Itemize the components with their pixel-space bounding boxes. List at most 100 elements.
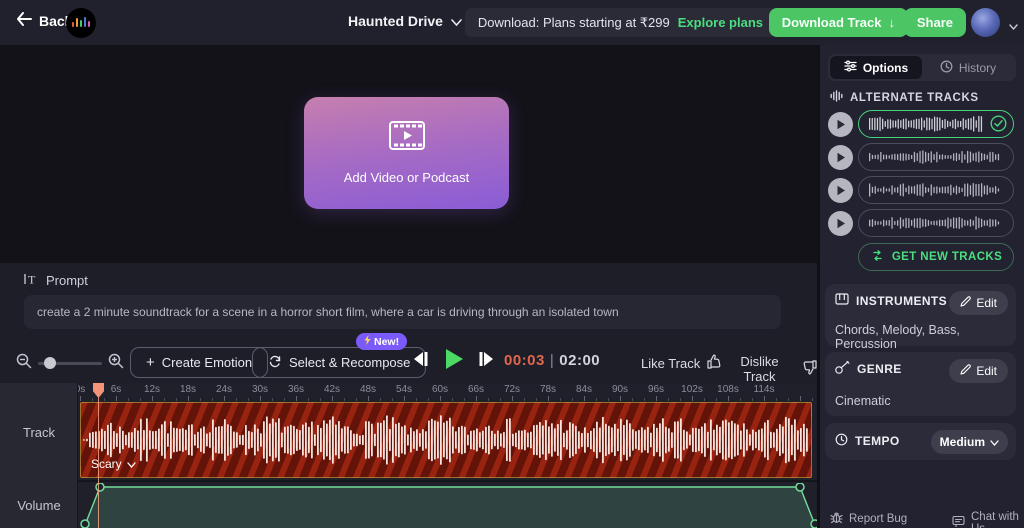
- add-video-label: Add Video or Podcast: [344, 170, 470, 185]
- timeline-ruler[interactable]: 0s6s12s18s24s30s36s42s48s54s60s66s72s78s…: [0, 383, 817, 401]
- alternate-track-waveform[interactable]: [858, 209, 1014, 237]
- select-recompose-label: Select & Recompose: [289, 355, 410, 370]
- prompt-section-label: T Prompt: [24, 272, 88, 289]
- plans-text: Download: Plans starting at ₹299: [478, 15, 670, 31]
- current-time: 00:03: [504, 352, 545, 369]
- chevron-down-icon: [990, 435, 999, 449]
- like-track-button[interactable]: Like Track: [641, 354, 722, 372]
- play-alternate-track-button[interactable]: [828, 211, 853, 236]
- play-button[interactable]: [444, 348, 464, 373]
- report-bug-label: Report Bug: [849, 513, 907, 525]
- tempo-title: TEMPO: [855, 434, 900, 448]
- app-logo[interactable]: [66, 8, 96, 38]
- alternate-track-row: [820, 110, 1024, 143]
- alternate-tracks-header: ALTERNATE TRACKS: [830, 90, 979, 105]
- playhead-line: [98, 383, 99, 528]
- zoom-in-icon[interactable]: [108, 353, 124, 374]
- selected-check-icon: [990, 115, 1007, 137]
- play-alternate-track-button[interactable]: [828, 178, 853, 203]
- prompt-input[interactable]: create a 2 minute soundtrack for a scene…: [24, 295, 781, 329]
- genre-card: GENRE Edit Cinematic: [825, 352, 1016, 416]
- alternate-tracks-list: [820, 110, 1024, 242]
- play-alternate-track-button[interactable]: [828, 112, 853, 137]
- get-new-tracks-label: GET NEW TRACKS: [892, 251, 1002, 263]
- report-bug-link[interactable]: Report Bug: [830, 511, 907, 527]
- get-new-tracks-button[interactable]: GET NEW TRACKS: [858, 243, 1014, 271]
- chat-with-us-label: Chat with Us: [971, 511, 1024, 528]
- back-button[interactable]: Back: [16, 12, 72, 29]
- volume-envelope[interactable]: [78, 483, 817, 528]
- zoom-slider-handle[interactable]: [44, 357, 56, 369]
- alternate-track-waveform[interactable]: [858, 110, 1014, 138]
- create-emotion-button[interactable]: + Create Emotion: [130, 347, 268, 378]
- tab-history-label: History: [959, 61, 996, 75]
- time-display: 00:03|02:00: [504, 352, 600, 369]
- explore-plans-link[interactable]: Explore plans: [678, 15, 763, 30]
- top-bar: Back Haunted Drive Download: Plans start…: [0, 0, 1024, 45]
- alternate-track-row: [820, 143, 1024, 176]
- genre-header: GENRE: [835, 361, 902, 377]
- instruments-title: INSTRUMENTS: [856, 294, 947, 308]
- svg-text:T: T: [28, 273, 36, 287]
- genre-title: GENRE: [857, 362, 902, 376]
- text-prompt-icon: T: [24, 272, 38, 289]
- alternate-track-waveform[interactable]: [858, 143, 1014, 171]
- add-video-or-podcast-card[interactable]: Add Video or Podcast: [304, 97, 509, 209]
- create-emotion-label: Create Emotion: [162, 355, 252, 370]
- row-divider: [0, 480, 817, 482]
- chat-with-us-link[interactable]: Chat with Us: [952, 511, 1024, 528]
- volume-row-label: Volume: [0, 498, 78, 513]
- account-chevron-down-icon[interactable]: [1009, 17, 1018, 35]
- user-avatar[interactable]: [971, 8, 1000, 37]
- like-track-label: Like Track: [641, 356, 700, 371]
- skip-forward-button[interactable]: [478, 351, 495, 370]
- piano-icon: [835, 293, 849, 308]
- plus-icon: +: [146, 354, 155, 371]
- track-waveform: [81, 403, 811, 477]
- zoom-out-icon[interactable]: [16, 353, 32, 374]
- new-badge-label: New!: [374, 336, 399, 348]
- alternate-track-waveform[interactable]: [858, 176, 1014, 204]
- tempo-header: TEMPO: [835, 433, 900, 449]
- download-track-button[interactable]: Download Track ↓: [769, 8, 908, 37]
- project-title-dropdown[interactable]: Haunted Drive: [348, 13, 462, 29]
- share-button[interactable]: Share: [904, 8, 966, 37]
- genre-value: Cinematic: [835, 394, 891, 408]
- history-clock-icon: [940, 60, 953, 76]
- pencil-icon: [960, 364, 971, 378]
- video-canvas: Add Video or Podcast: [0, 45, 817, 263]
- edit-genre-label: Edit: [976, 364, 997, 378]
- dislike-track-button[interactable]: Dislike Track: [724, 354, 817, 384]
- timeline-region: 0s6s12s18s24s30s36s42s48s54s60s66s72s78s…: [0, 383, 817, 528]
- recompose-loop-icon: [268, 355, 282, 371]
- project-title: Haunted Drive: [348, 13, 443, 29]
- chevron-down-icon: [127, 457, 136, 471]
- skip-back-button[interactable]: [412, 351, 429, 370]
- tab-options[interactable]: Options: [830, 56, 922, 79]
- play-alternate-track-button[interactable]: [828, 145, 853, 170]
- track-clip[interactable]: Scary: [80, 402, 812, 478]
- alternate-track-row: [820, 209, 1024, 242]
- share-label: Share: [917, 15, 953, 30]
- select-recompose-button[interactable]: Select & Recompose: [252, 347, 426, 378]
- download-track-label: Download Track: [782, 15, 882, 30]
- alternate-tracks-title: ALTERNATE TRACKS: [850, 92, 979, 104]
- tab-history[interactable]: History: [922, 56, 1014, 79]
- track-row-label: Track: [0, 425, 78, 440]
- dislike-track-label: Dislike Track: [724, 354, 795, 384]
- control-band: T Prompt create a 2 minute soundtrack fo…: [0, 263, 817, 383]
- download-arrow-icon: ↓: [889, 15, 896, 30]
- edit-genre-button[interactable]: Edit: [949, 359, 1008, 383]
- tempo-select[interactable]: Medium: [931, 430, 1008, 454]
- sidebar-tabs: Options History: [828, 54, 1016, 81]
- alternate-track-row: [820, 176, 1024, 209]
- thumbs-down-icon: [802, 360, 817, 378]
- edit-instruments-button[interactable]: Edit: [949, 291, 1008, 315]
- instruments-value: Chords, Melody, Bass, Percussion: [835, 323, 1016, 351]
- total-duration: 02:00: [559, 352, 600, 369]
- prompt-label-text: Prompt: [46, 273, 88, 288]
- chevron-down-icon: [451, 13, 462, 29]
- waveform-icon: [830, 90, 843, 105]
- edit-instruments-label: Edit: [976, 296, 997, 310]
- app-window: Back Haunted Drive Download: Plans start…: [0, 0, 1024, 528]
